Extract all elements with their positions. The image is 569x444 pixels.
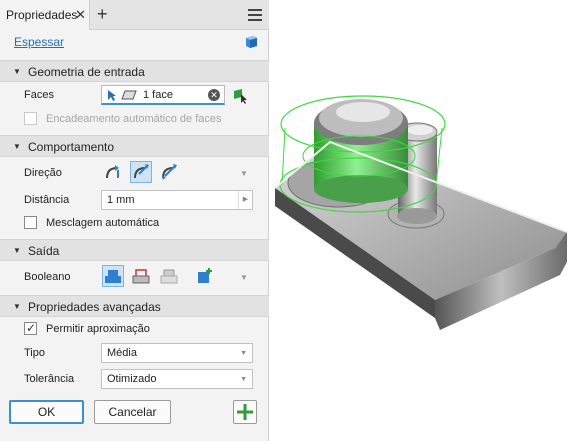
auto-blend-checkbox[interactable] (24, 216, 37, 229)
properties-panel: Propriedades ✕ + Espessar ▼ Geometria de… (0, 0, 269, 441)
boolean-label: Booleano (24, 271, 71, 283)
direction-label: Direção (24, 167, 62, 179)
intersect-button[interactable] (158, 265, 180, 287)
auto-chain-checkbox[interactable] (24, 112, 37, 125)
new-solid-icon (198, 268, 212, 283)
cursor-icon (108, 90, 116, 101)
face-icon (121, 90, 137, 100)
auto-chain-label: Encadeamento automático de faces (46, 113, 222, 125)
direction-two-button[interactable] (130, 161, 152, 183)
dropdown-arrow-icon[interactable]: ▼ (240, 169, 248, 178)
cancel-button[interactable]: Cancelar (94, 400, 171, 424)
collapse-arrow-icon: ▼ (13, 246, 21, 255)
cube-icon[interactable] (244, 34, 259, 49)
cut-button[interactable] (130, 265, 152, 287)
tolerance-value: Otimizado (107, 373, 157, 385)
section-input-geometry[interactable]: ▼ Geometria de entrada (0, 60, 269, 82)
collapse-arrow-icon: ▼ (13, 67, 21, 76)
direction-symmetric-button[interactable] (158, 161, 180, 183)
faces-label: Faces (24, 89, 54, 101)
section-title: Comportamento (28, 140, 115, 154)
add-tab-icon[interactable]: + (97, 4, 108, 25)
section-title: Saída (28, 244, 60, 258)
ok-button[interactable]: OK (9, 400, 84, 424)
close-icon[interactable]: ✕ (75, 7, 86, 23)
join-icon (105, 270, 121, 283)
direction-one-icon (106, 165, 119, 179)
type-select[interactable]: Média ▼ (101, 343, 253, 363)
faces-value: 1 face (143, 89, 173, 101)
direction-one-button[interactable] (102, 161, 124, 183)
allow-approx-label: Permitir aproximação (46, 323, 150, 335)
direction-symmetric-icon (162, 164, 177, 180)
spin-arrow-icon[interactable]: ▶ (238, 191, 252, 209)
tab-bar: Propriedades ✕ + (0, 0, 269, 30)
distance-label: Distância (24, 194, 70, 206)
tab-properties[interactable]: Propriedades ✕ (0, 0, 90, 30)
allow-approx-checkbox[interactable] (24, 321, 37, 335)
type-label: Tipo (24, 347, 45, 359)
dropdown-arrow-icon[interactable]: ▼ (240, 273, 248, 282)
section-title: Geometria de entrada (28, 65, 145, 79)
section-behavior[interactable]: ▼ Comportamento (0, 135, 269, 157)
cut-icon (132, 269, 150, 284)
faces-selector[interactable]: 1 face ✕ (101, 85, 225, 105)
new-solid-button[interactable] (194, 265, 216, 287)
chevron-down-icon: ▼ (240, 376, 247, 383)
3d-viewport[interactable] (270, 0, 569, 441)
apply-button[interactable] (233, 400, 257, 424)
model-view[interactable] (270, 0, 569, 441)
intersect-icon (160, 269, 178, 284)
menu-icon[interactable] (248, 9, 262, 21)
plus-icon (237, 404, 253, 420)
auto-blend-label: Mesclagem automática (46, 217, 160, 229)
distance-value: 1 mm (107, 194, 135, 206)
feature-link[interactable]: Espessar (14, 35, 64, 49)
type-value: Média (107, 347, 137, 359)
collapse-arrow-icon: ▼ (13, 302, 21, 311)
distance-input[interactable]: 1 mm ▶ (101, 190, 253, 210)
collapse-arrow-icon: ▼ (13, 142, 21, 151)
tolerance-select[interactable]: Otimizado ▼ (101, 369, 253, 389)
section-output[interactable]: ▼ Saída (0, 239, 269, 261)
select-other-icon[interactable] (232, 87, 250, 105)
join-button[interactable] (102, 265, 124, 287)
chevron-down-icon: ▼ (240, 350, 247, 357)
tab-label: Propriedades (6, 8, 78, 22)
clear-icon[interactable]: ✕ (208, 89, 220, 101)
section-title: Propriedades avançadas (28, 300, 161, 314)
section-advanced[interactable]: ▼ Propriedades avançadas (0, 295, 269, 317)
tolerance-label: Tolerância (24, 373, 75, 385)
direction-two-icon (134, 164, 149, 179)
